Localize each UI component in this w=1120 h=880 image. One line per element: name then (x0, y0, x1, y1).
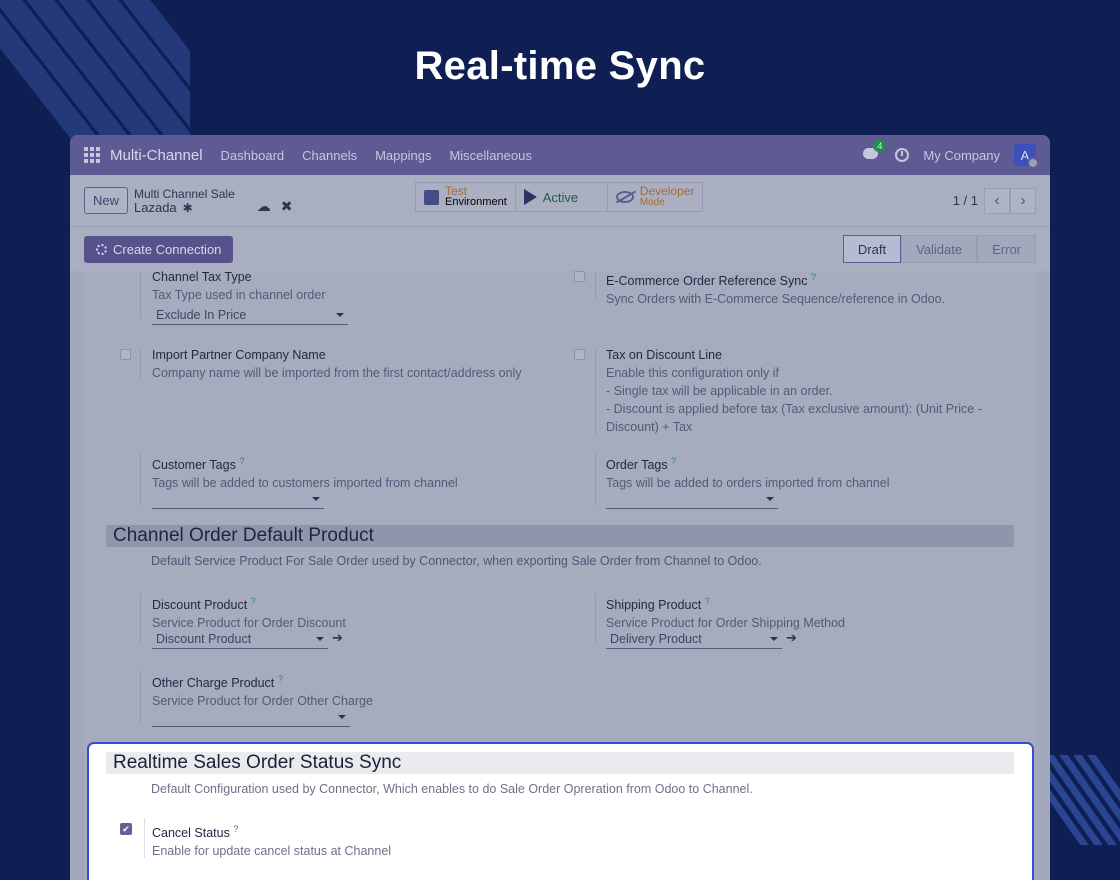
environment-label: Environment (445, 196, 507, 208)
section-title-realtime-sync: Realtime Sales Order Status Sync (106, 752, 1014, 774)
discount-product-select[interactable]: Discount Product (152, 629, 328, 649)
help-tooltip-icon[interactable]: ? (705, 596, 710, 606)
record-name: Lazada (134, 199, 177, 215)
discount-product-value: Discount Product (156, 632, 252, 646)
cloud-save-icon[interactable]: ☁ (257, 198, 271, 215)
tax-discount-help-4: Discount) + Tax (606, 420, 693, 434)
pager-prev-button[interactable]: ‹ (984, 187, 1010, 214)
section-title-default-product: Channel Order Default Product (106, 525, 1014, 547)
top-navbar: Multi-Channel Dashboard Channels Mapping… (70, 135, 1050, 175)
discard-close-icon[interactable]: ✖ (281, 198, 293, 215)
cancel-status-help: Enable for update cancel status at Chann… (152, 844, 392, 859)
stage-pipeline: Draft Validate Error (842, 235, 1036, 263)
app-name[interactable]: Multi-Channel (110, 147, 203, 164)
ecom-ref-sync-checkbox[interactable] (574, 271, 585, 282)
menu-dashboard[interactable]: Dashboard (221, 148, 285, 163)
help-tooltip-icon[interactable]: ? (239, 456, 244, 466)
order-tags-label: Order Tags (606, 458, 668, 473)
import-partner-help: Company name will be imported from the f… (152, 366, 522, 380)
realtime-status-sync-panel: Realtime Sales Order Status Sync Default… (87, 742, 1034, 880)
cancel-status-label: Cancel Status (152, 826, 230, 841)
stage-validate[interactable]: Validate (901, 235, 978, 263)
stage-error[interactable]: Error (977, 235, 1036, 263)
shipping-product-select[interactable]: Delivery Product (606, 629, 782, 649)
discount-product-field: Discount Product ? Service Product for O… (152, 592, 346, 632)
ecom-ref-sync-label: E-Commerce Order Reference Sync (606, 274, 808, 289)
help-tooltip-icon[interactable]: ? (278, 674, 283, 684)
developer-label: Developer (639, 184, 695, 198)
internal-link-arrow-icon[interactable]: ➔ (786, 630, 797, 646)
play-icon (523, 189, 537, 205)
tax-discount-help-2: - Single tax will be applicable in an or… (606, 384, 833, 398)
breadcrumb: Multi Channel Sale Lazada ✱ (134, 187, 235, 215)
other-charge-field: Other Charge Product ? Service Product f… (152, 670, 373, 710)
tax-discount-checkbox[interactable] (574, 349, 585, 360)
apps-grid-icon[interactable] (84, 147, 100, 163)
section-help-realtime-sync: Default Configuration used by Connector,… (151, 782, 753, 796)
help-tooltip-icon[interactable]: ? (233, 824, 238, 834)
ecom-ref-sync-help: Sync Orders with E-Commerce Sequence/ref… (606, 292, 946, 307)
import-partner-field: Import Partner Company Name Company name… (152, 346, 522, 382)
channel-tax-type-help: Tax Type used in channel order (152, 288, 326, 302)
developer-mode-button[interactable]: Developer Mode (607, 183, 703, 211)
chat-icon[interactable]: 4 (863, 140, 887, 162)
import-partner-checkbox[interactable] (120, 349, 131, 360)
square-icon (424, 189, 439, 205)
tax-discount-label: Tax on Discount Line (606, 348, 723, 362)
channel-tax-type-value: Exclude In Price (156, 308, 247, 322)
cancel-status-checkbox[interactable]: ✔ (120, 823, 132, 835)
tax-discount-help-3: - Discount is applied before tax (Tax ex… (606, 402, 982, 416)
gear-icon[interactable]: ✱ (183, 201, 193, 215)
shipping-product-field: Shipping Product ? Service Product for O… (606, 592, 845, 632)
status-bar: Create Connection Draft Validate Error (70, 227, 1050, 271)
test-environment-button[interactable]: Test Environment (416, 183, 516, 211)
customer-tags-select[interactable] (152, 489, 324, 509)
order-tags-select[interactable] (606, 489, 778, 509)
tax-discount-help-1: Enable this configuration only if (606, 366, 780, 380)
channel-tax-type-label: Channel Tax Type (152, 270, 252, 284)
active-button[interactable]: Active (515, 183, 608, 211)
create-connection-label: Create Connection (113, 241, 222, 257)
tax-discount-field: Tax on Discount Line Enable this configu… (606, 346, 982, 436)
shipping-product-value: Delivery Product (610, 632, 702, 646)
help-tooltip-icon[interactable]: ? (671, 456, 676, 466)
help-tooltip-icon[interactable]: ? (811, 272, 816, 282)
smart-buttons: Test Environment Active Developer Mode (415, 182, 704, 212)
menu-mappings[interactable]: Mappings (375, 148, 431, 163)
ecom-ref-sync-field: E-Commerce Order Reference Sync ? Sync O… (606, 268, 945, 308)
internal-link-arrow-icon[interactable]: ➔ (332, 630, 343, 646)
other-charge-label: Other Charge Product (152, 676, 275, 691)
activity-clock-icon[interactable] (895, 148, 910, 162)
customer-tags-label: Customer Tags (152, 458, 236, 473)
new-button[interactable]: New (84, 187, 129, 214)
stage-draft[interactable]: Draft (842, 235, 902, 263)
section-help-default-product: Default Service Product For Sale Order u… (151, 554, 762, 568)
menu-miscellaneous[interactable]: Miscellaneous (449, 148, 531, 163)
import-partner-label: Import Partner Company Name (152, 348, 326, 362)
create-connection-button[interactable]: Create Connection (84, 235, 234, 263)
company-switcher[interactable]: My Company (923, 148, 1000, 163)
page-headline: Real-time Sync (414, 44, 706, 88)
pager: 1 / 1 ‹ › (953, 187, 1036, 214)
mode-label: Mode (639, 197, 665, 208)
help-tooltip-icon[interactable]: ? (251, 596, 256, 606)
spinner-icon (96, 243, 107, 255)
active-label: Active (542, 189, 579, 205)
pager-next-button[interactable]: › (1010, 187, 1036, 214)
shipping-product-label: Shipping Product (606, 598, 702, 613)
decorative-stripes-bottom-right (1045, 755, 1120, 845)
discount-product-label: Discount Product (152, 598, 248, 613)
eye-slash-icon (615, 191, 634, 203)
chat-count-badge: 4 (873, 140, 887, 152)
channel-tax-type-field: Channel Tax Type Tax Type used in channe… (152, 268, 326, 304)
order-tags-field: Order Tags ? Tags will be added to order… (606, 452, 889, 492)
breadcrumb-parent[interactable]: Multi Channel Sale (134, 187, 235, 201)
customer-tags-field: Customer Tags ? Tags will be added to cu… (152, 452, 458, 492)
cancel-status-field: Cancel Status ? Enable for update cancel… (152, 820, 391, 860)
menu-channels[interactable]: Channels (302, 148, 357, 163)
channel-tax-type-select[interactable]: Exclude In Price (152, 305, 348, 325)
user-avatar[interactable]: A (1014, 144, 1039, 169)
pager-value[interactable]: 1 / 1 (953, 193, 978, 208)
other-charge-select[interactable] (152, 707, 350, 727)
